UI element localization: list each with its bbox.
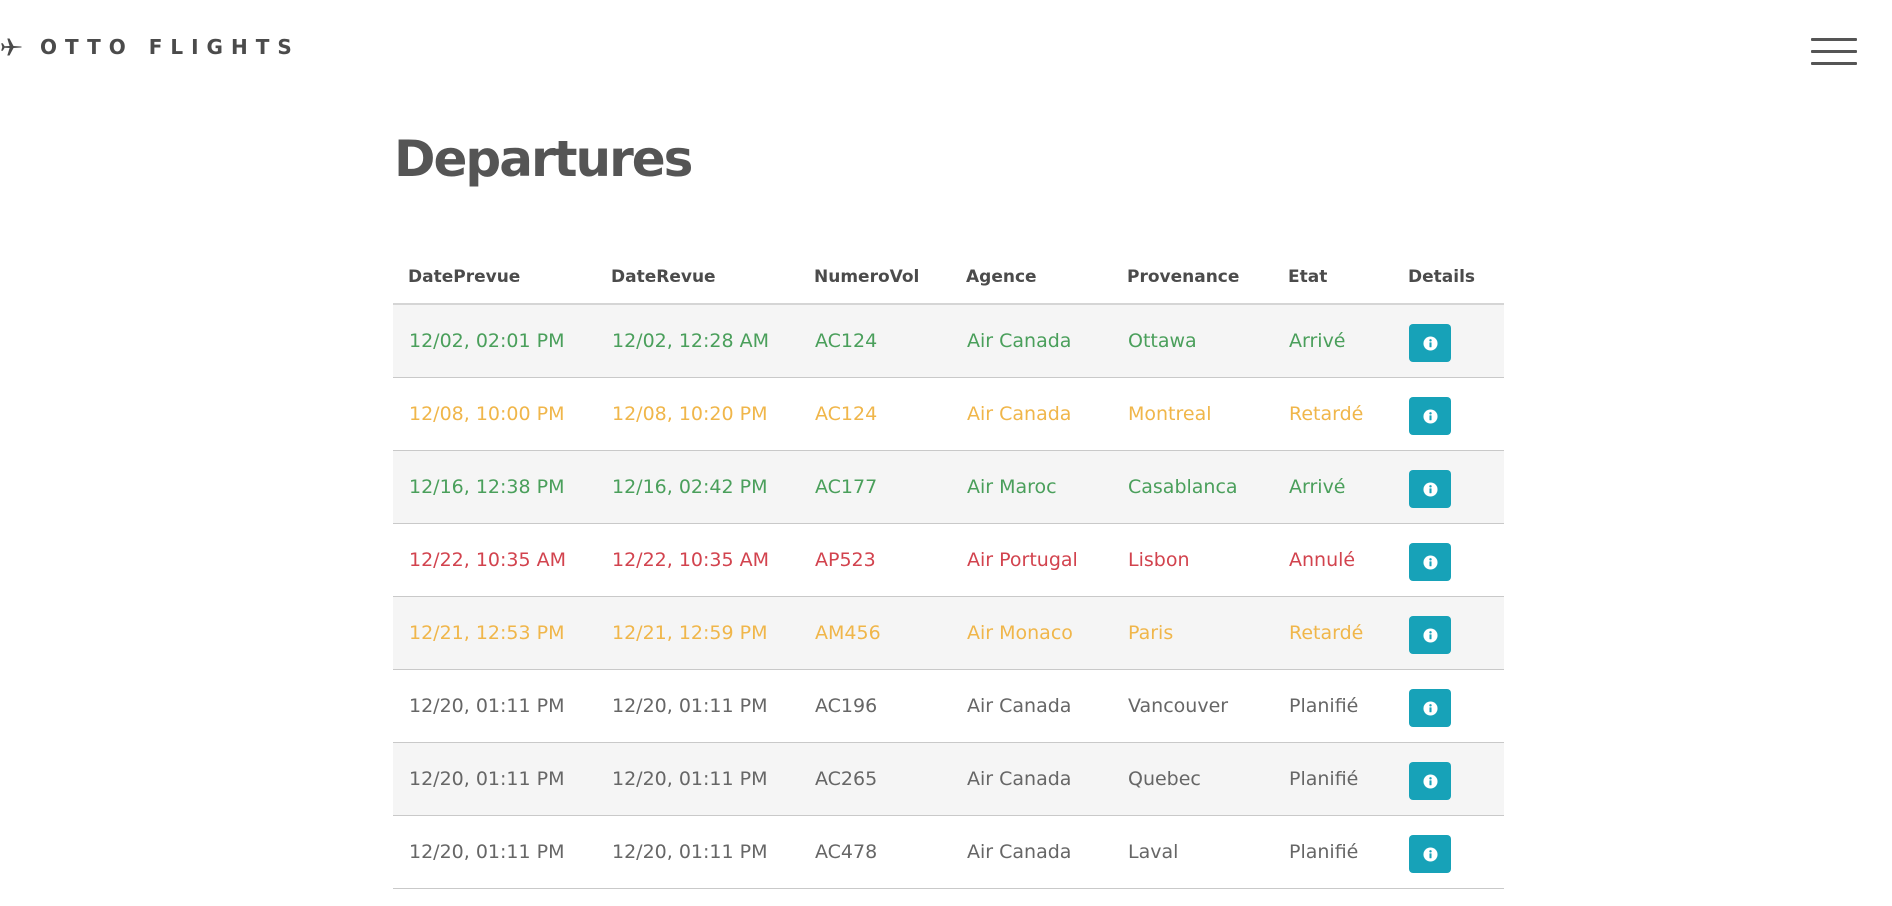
cell-date-prevue: 12/21, 12:53 PM [393, 596, 596, 670]
brand-name: OTTO FLIGHTS [40, 35, 300, 59]
cell-etat: Arrivé [1273, 450, 1393, 524]
top-navbar: OTTO FLIGHTS [0, 0, 1892, 96]
details-button[interactable] [1409, 835, 1451, 873]
column-header-numero-vol: NumeroVol [799, 250, 951, 305]
details-button[interactable] [1409, 543, 1451, 581]
cell-numero-vol: AC196 [799, 669, 951, 743]
cell-date-prevue: 12/20, 01:11 PM [393, 669, 596, 743]
cell-details [1393, 377, 1504, 451]
departures-table: DatePrevue DateRevue NumeroVol Agence Pr… [393, 250, 1504, 889]
column-header-date-revue: DateRevue [596, 250, 799, 305]
cell-details [1393, 669, 1504, 743]
cell-date-prevue: 12/02, 02:01 PM [393, 304, 596, 378]
airplane-icon [1, 38, 22, 56]
cell-date-prevue: 12/16, 12:38 PM [393, 450, 596, 524]
table-header-row: DatePrevue DateRevue NumeroVol Agence Pr… [393, 250, 1504, 305]
cell-provenance: Lisbon [1112, 523, 1273, 597]
info-icon [1422, 846, 1438, 862]
cell-agence: Air Canada [951, 377, 1112, 451]
cell-numero-vol: AC265 [799, 742, 951, 816]
cell-date-prevue: 12/22, 10:35 AM [393, 523, 596, 597]
details-button[interactable] [1409, 689, 1451, 727]
cell-agence: Air Monaco [951, 596, 1112, 670]
brand-link[interactable]: OTTO FLIGHTS [0, 33, 300, 61]
table-row: 12/16, 12:38 PM 12/16, 02:42 PM AC177 Air M… [393, 450, 1504, 524]
table-row: 12/08, 10:00 PM 12/08, 10:20 PM AC124 Air C… [393, 377, 1504, 451]
cell-date-revue: 12/22, 10:35 AM [596, 523, 799, 597]
cell-numero-vol: AC177 [799, 450, 951, 524]
info-icon [1422, 408, 1438, 424]
cell-provenance: Paris [1112, 596, 1273, 670]
column-header-provenance: Provenance [1112, 250, 1273, 305]
cell-agence: Air Maroc [951, 450, 1112, 524]
table-row: 12/02, 02:01 PM 12/02, 12:28 AM AC124 Air C… [393, 304, 1504, 378]
info-icon [1422, 481, 1438, 497]
cell-numero-vol: AM456 [799, 596, 951, 670]
table-row: 12/22, 10:35 AM 12/22, 10:35 AM AP523 Air P… [393, 523, 1504, 597]
cell-date-revue: 12/02, 12:28 AM [596, 304, 799, 378]
cell-agence: Air Canada [951, 815, 1112, 889]
cell-provenance: Montreal [1112, 377, 1273, 451]
cell-details [1393, 742, 1504, 816]
cell-etat: Arrivé [1273, 304, 1393, 378]
cell-date-prevue: 12/08, 10:00 PM [393, 377, 596, 451]
cell-details [1393, 304, 1504, 378]
info-icon [1422, 700, 1438, 716]
cell-etat: Planifié [1273, 815, 1393, 889]
column-header-etat: Etat [1273, 250, 1393, 305]
cell-etat: Annulé [1273, 523, 1393, 597]
column-header-agence: Agence [951, 250, 1112, 305]
hamburger-menu-icon[interactable] [1811, 38, 1857, 66]
cell-agence: Air Canada [951, 669, 1112, 743]
info-icon [1422, 627, 1438, 643]
table-body: 12/02, 02:01 PM 12/02, 12:28 AM AC124 Air C… [393, 304, 1504, 889]
cell-etat: Retardé [1273, 596, 1393, 670]
table-row: 12/21, 12:53 PM 12/21, 12:59 PM AM456 Air M… [393, 596, 1504, 670]
details-button[interactable] [1409, 397, 1451, 435]
cell-details [1393, 596, 1504, 670]
cell-date-revue: 12/20, 01:11 PM [596, 669, 799, 743]
details-button[interactable] [1409, 762, 1451, 800]
cell-etat: Planifié [1273, 742, 1393, 816]
cell-provenance: Casablanca [1112, 450, 1273, 524]
cell-provenance: Quebec [1112, 742, 1273, 816]
details-button[interactable] [1409, 616, 1451, 654]
cell-date-prevue: 12/20, 01:11 PM [393, 815, 596, 889]
cell-numero-vol: AC124 [799, 304, 951, 378]
column-header-date-prevue: DatePrevue [393, 250, 596, 305]
cell-agence: Air Canada [951, 742, 1112, 816]
cell-date-revue: 12/20, 01:11 PM [596, 742, 799, 816]
details-button[interactable] [1409, 470, 1451, 508]
cell-date-prevue: 12/20, 01:11 PM [393, 742, 596, 816]
cell-etat: Planifié [1273, 669, 1393, 743]
cell-provenance: Ottawa [1112, 304, 1273, 378]
cell-date-revue: 12/21, 12:59 PM [596, 596, 799, 670]
table-row: 12/20, 01:11 PM 12/20, 01:11 PM AC265 Air C… [393, 742, 1504, 816]
cell-date-revue: 12/20, 01:11 PM [596, 815, 799, 889]
info-icon [1422, 554, 1438, 570]
details-button[interactable] [1409, 324, 1451, 362]
cell-details [1393, 450, 1504, 524]
cell-provenance: Vancouver [1112, 669, 1273, 743]
cell-details [1393, 815, 1504, 889]
cell-date-revue: 12/16, 02:42 PM [596, 450, 799, 524]
info-icon [1422, 773, 1438, 789]
table-row: 12/20, 01:11 PM 12/20, 01:11 PM AC196 Air C… [393, 669, 1504, 743]
cell-agence: Air Portugal [951, 523, 1112, 597]
cell-etat: Retardé [1273, 377, 1393, 451]
info-icon [1422, 335, 1438, 351]
cell-numero-vol: AC124 [799, 377, 951, 451]
cell-details [1393, 523, 1504, 597]
cell-numero-vol: AC478 [799, 815, 951, 889]
cell-date-revue: 12/08, 10:20 PM [596, 377, 799, 451]
cell-agence: Air Canada [951, 304, 1112, 378]
page-title: Departures [394, 130, 693, 188]
column-header-details: Details [1393, 250, 1504, 305]
cell-provenance: Laval [1112, 815, 1273, 889]
table-row: 12/20, 01:11 PM 12/20, 01:11 PM AC478 Air C… [393, 815, 1504, 889]
cell-numero-vol: AP523 [799, 523, 951, 597]
